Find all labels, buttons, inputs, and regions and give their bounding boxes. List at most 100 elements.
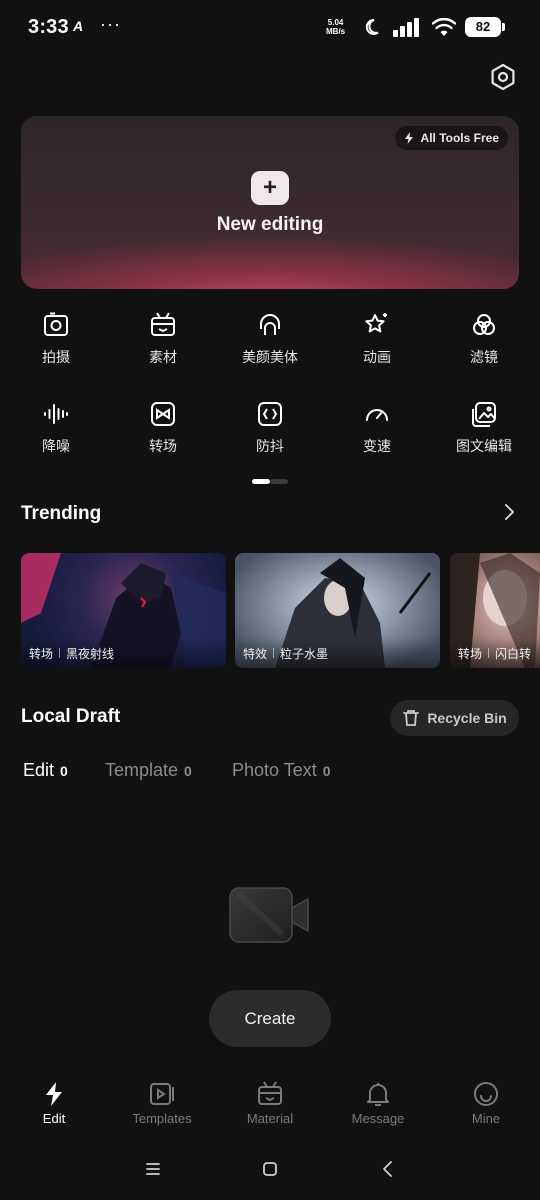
menu-icon[interactable]	[142, 1158, 164, 1180]
card-tag: 特效	[243, 646, 268, 661]
local-draft-title: Local Draft	[21, 706, 121, 727]
nav-label: Material	[246, 1111, 294, 1126]
battery-level: 82	[465, 17, 501, 37]
tool-stabilize[interactable]: 防抖	[220, 394, 320, 464]
card-caption: 转场 黑夜射线	[21, 638, 226, 668]
pager-dot-active	[252, 479, 270, 484]
tab-count: 0	[184, 763, 192, 779]
network-speed-value: 5.04	[327, 18, 344, 27]
lightning-icon	[404, 132, 413, 144]
pager-dot	[270, 479, 288, 484]
stabilize-icon	[258, 402, 282, 426]
play-template-icon	[150, 1083, 174, 1105]
tab-label: Photo Text	[232, 760, 317, 780]
tool-label: 动画	[363, 350, 391, 366]
gear-icon[interactable]	[488, 62, 518, 92]
network-speed: 5.04 MB/s	[326, 18, 345, 36]
tab-count: 0	[322, 763, 331, 779]
tab-edit[interactable]: Edit 0	[23, 760, 68, 781]
tool-filter[interactable]: 滤镜	[434, 305, 534, 375]
tool-label: 变速	[363, 439, 391, 455]
battery-icon: 82	[465, 17, 505, 37]
nav-label: Mine	[471, 1111, 501, 1126]
card-name: 闪白转	[495, 646, 532, 661]
tab-count: 0	[60, 763, 68, 779]
tab-template[interactable]: Template 0	[105, 760, 192, 781]
card-tag: 转场	[29, 646, 54, 661]
create-button[interactable]: Create	[209, 990, 331, 1047]
tool-animation[interactable]: 动画	[327, 305, 427, 375]
card-caption: 转场 闪白转	[450, 638, 540, 668]
signal-icon	[393, 18, 419, 37]
tool-label: 滤镜	[470, 350, 498, 366]
nav-material[interactable]: Material	[216, 1068, 324, 1126]
tools-pager	[252, 479, 288, 484]
tool-image-edit[interactable]: 图文编辑	[434, 394, 534, 464]
material-box-icon	[258, 1081, 282, 1105]
material-box-icon	[151, 312, 175, 336]
plus-icon: +	[251, 171, 289, 205]
nav-mine[interactable]: Mine	[432, 1068, 540, 1126]
home-icon[interactable]	[259, 1158, 281, 1180]
card-tag: 转场	[458, 646, 483, 661]
trending-card[interactable]: 转场 闪白转	[450, 553, 540, 668]
trash-icon	[403, 710, 420, 726]
system-nav-bar	[0, 1148, 540, 1190]
waveform-icon	[44, 404, 68, 424]
nav-edit[interactable]: Edit	[0, 1068, 108, 1126]
more-notifications-icon: ···	[100, 14, 121, 34]
smile-icon	[474, 1082, 498, 1106]
tool-label: 降噪	[42, 439, 70, 455]
tab-photo-text[interactable]: Photo Text 0	[232, 760, 331, 781]
all-tools-free-badge: All Tools Free	[394, 126, 508, 150]
back-icon[interactable]	[377, 1158, 399, 1180]
trending-cards: 转场 黑夜射线 特效 粒子水墨 转场 闪白转	[0, 553, 540, 668]
tool-beauty[interactable]: 美颜美体	[220, 305, 320, 375]
nav-label: Templates	[132, 1111, 192, 1126]
moon-icon	[365, 18, 379, 35]
recycle-bin-button[interactable]: Recycle Bin	[390, 700, 519, 736]
trending-card[interactable]: 特效 粒子水墨	[235, 553, 440, 668]
chevron-right-icon[interactable]	[500, 502, 518, 522]
tool-label: 转场	[149, 439, 177, 455]
tool-transition[interactable]: 转场	[113, 394, 213, 464]
nav-message[interactable]: Message	[324, 1068, 432, 1126]
trending-title: Trending	[21, 503, 102, 524]
badge-label: All Tools Free	[420, 131, 499, 145]
status-bar: 3:33 A ··· 5.04 MB/s 82	[0, 0, 540, 56]
card-name: 粒子水墨	[280, 646, 329, 661]
tool-denoise[interactable]: 降噪	[6, 394, 106, 464]
new-editing-card[interactable]: All Tools Free + New editing	[21, 116, 519, 289]
new-editing-title: New editing	[216, 214, 324, 235]
app-indicator-icon: A	[73, 18, 84, 34]
nav-label: Edit	[42, 1111, 66, 1126]
transition-icon	[151, 402, 175, 426]
tab-label: Edit	[23, 760, 55, 780]
bottom-nav: Edit Templates Material Message Mine	[0, 1068, 540, 1138]
recycle-bin-label: Recycle Bin	[427, 710, 507, 726]
tool-label: 拍摄	[42, 350, 70, 366]
tool-label: 美颜美体	[242, 350, 298, 366]
tool-shoot[interactable]: 拍摄	[6, 305, 106, 375]
filter-circles-icon	[473, 314, 495, 335]
speedometer-icon	[366, 409, 388, 421]
tool-label: 防抖	[256, 439, 284, 455]
video-camera-icon	[229, 887, 309, 943]
status-time: 3:33	[28, 16, 69, 38]
tool-label: 图文编辑	[456, 439, 512, 455]
bell-icon	[367, 1083, 389, 1106]
nav-templates[interactable]: Templates	[108, 1068, 216, 1126]
face-icon	[260, 314, 280, 335]
tool-material[interactable]: 素材	[113, 305, 213, 375]
image-edit-icon	[472, 402, 496, 427]
network-speed-unit: MB/s	[326, 27, 346, 36]
trending-card[interactable]: 转场 黑夜射线	[21, 553, 226, 668]
camera-icon	[44, 312, 68, 336]
star-sparkle-icon	[365, 313, 387, 333]
lightning-icon	[46, 1082, 62, 1106]
card-caption: 特效 粒子水墨	[235, 638, 440, 668]
tab-label: Template	[105, 760, 179, 780]
wifi-icon	[432, 17, 456, 36]
tool-label: 素材	[149, 350, 177, 366]
tool-speed[interactable]: 变速	[327, 394, 427, 464]
